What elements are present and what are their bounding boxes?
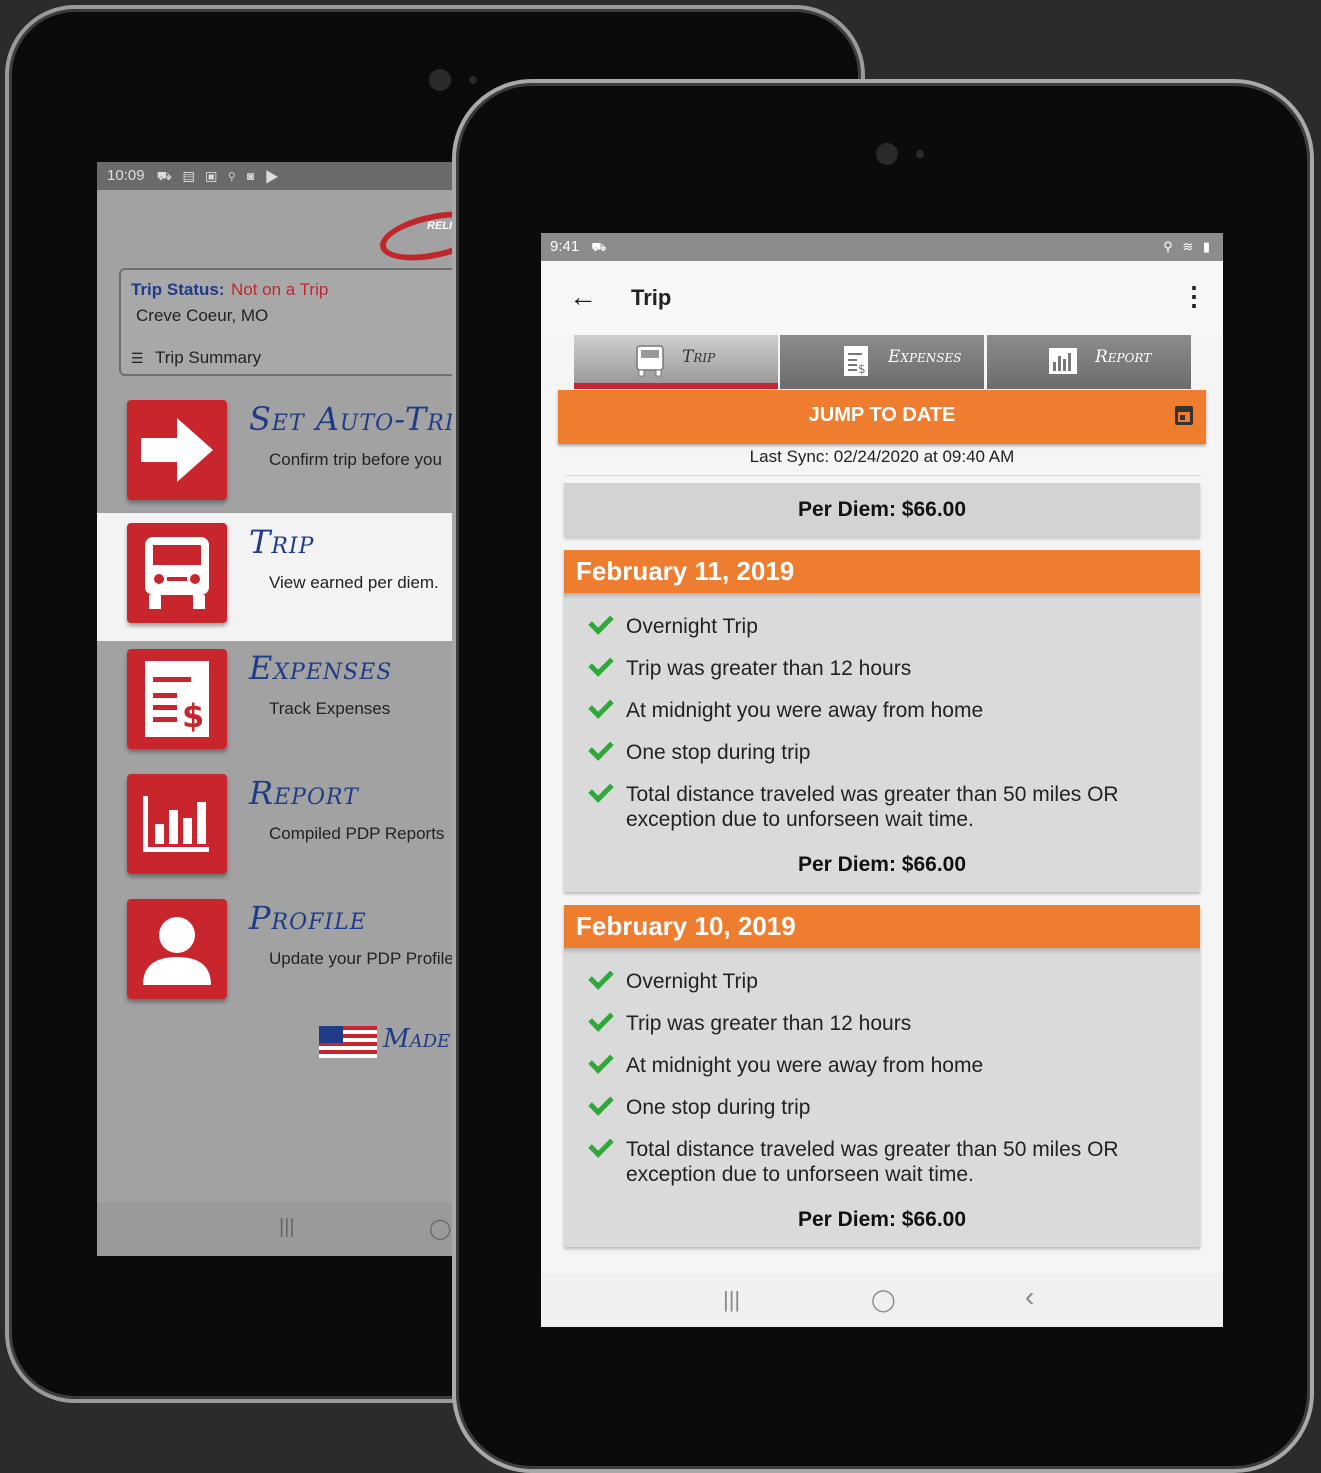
per-diem-total: Per Diem: $66.00 xyxy=(797,498,967,521)
back-button[interactable]: ‹ xyxy=(1025,1281,1034,1313)
back-arrow-icon[interactable]: ← xyxy=(569,281,597,313)
criteria-list: Overnight Trip Trip was greater than 12 … xyxy=(588,964,1180,1204)
day-date-header[interactable]: February 10, 2019 xyxy=(564,905,1200,948)
camera-icon xyxy=(876,143,898,165)
tab-expenses[interactable]: $ Expenses xyxy=(780,335,984,389)
day-card: February 10, 2019 Overnight Trip Trip wa… xyxy=(564,905,1200,1247)
system-nav-bar: ||| ◯ ‹ xyxy=(541,1273,1223,1327)
truck-icon xyxy=(636,345,664,377)
home-button[interactable]: ◯ xyxy=(871,1287,896,1313)
jump-to-date-button[interactable]: JUMP TO DATE xyxy=(558,390,1206,444)
trip-summary-label: Trip Summary xyxy=(155,348,262,367)
recents-button[interactable]: ||| xyxy=(279,1216,295,1239)
criteria-item: Total distance traveled was greater than… xyxy=(588,777,1180,832)
menu-subtitle: View earned per diem. xyxy=(269,573,439,592)
receipt-icon: $ xyxy=(844,346,868,376)
check-icon xyxy=(588,1006,614,1032)
check-icon xyxy=(588,1090,614,1116)
check-icon xyxy=(588,964,614,990)
criteria-list: Overnight Trip Trip was greater than 12 … xyxy=(588,609,1180,849)
status-time: 9:41 xyxy=(550,238,580,255)
criteria-item: At midnight you were away from home xyxy=(588,693,1180,723)
divider xyxy=(565,475,1201,476)
criteria-item: Trip was greater than 12 hours xyxy=(588,1006,1180,1036)
front-tablet-device: 9:41 ⛟ ⚲ ≋ ▮ ← Trip ⋮ Trip $ Expenses Re… xyxy=(452,79,1314,1473)
bar-chart-icon xyxy=(127,774,227,874)
trip-location: Creve Coeur, MO xyxy=(136,306,269,325)
trip-status-value: Not on a Trip xyxy=(231,280,329,299)
criteria-item: One stop during trip xyxy=(588,735,1180,765)
criteria-item: At midnight you were away from home xyxy=(588,1048,1180,1078)
criteria-item: Total distance traveled was greater than… xyxy=(588,1132,1180,1187)
tab-label: Report xyxy=(1095,347,1152,367)
criteria-item: Overnight Trip xyxy=(588,609,1180,639)
check-icon xyxy=(588,609,614,635)
trip-screen: 9:41 ⛟ ⚲ ≋ ▮ ← Trip ⋮ Trip $ Expenses Re… xyxy=(541,233,1223,1327)
trip-summary-link[interactable]: ☰ Trip Summary xyxy=(131,348,261,368)
bar-chart-icon xyxy=(1049,348,1077,374)
truck-icon xyxy=(127,523,227,623)
status-time: 10:09 xyxy=(107,167,145,184)
status-bar: 9:41 ⛟ ⚲ ≋ ▮ xyxy=(541,233,1223,261)
criteria-item: Trip was greater than 12 hours xyxy=(588,651,1180,681)
truck-status-icon: ⛟ xyxy=(591,240,607,254)
criteria-item: Overnight Trip xyxy=(588,964,1180,994)
check-icon xyxy=(588,1132,614,1158)
menu-subtitle: Compiled PDP Reports xyxy=(269,824,445,843)
us-flag-icon xyxy=(319,1026,377,1058)
overflow-menu-icon[interactable]: ⋮ xyxy=(1181,281,1207,312)
check-icon xyxy=(588,735,614,761)
svg-text:$: $ xyxy=(858,362,866,376)
page-title: Trip xyxy=(631,285,672,310)
receipt-icon: $ xyxy=(127,649,227,749)
app-bar: ← Trip ⋮ xyxy=(541,261,1223,335)
arrow-right-icon xyxy=(127,400,227,500)
menu-subtitle: Track Expenses xyxy=(269,699,391,718)
menu-title: Set Auto-Trip xyxy=(249,400,471,438)
check-icon xyxy=(588,777,614,803)
tab-report[interactable]: Report xyxy=(987,335,1191,389)
per-diem-summary: Per Diem: $66.00 xyxy=(564,483,1200,537)
calendar-icon[interactable] xyxy=(1175,406,1193,425)
jump-to-date-label: JUMP TO DATE xyxy=(808,404,956,426)
menu-subtitle: Update your PDP Profile xyxy=(269,949,454,968)
sensor-icon xyxy=(916,150,924,158)
menu-title: Report xyxy=(249,774,359,812)
check-icon xyxy=(588,693,614,719)
check-icon xyxy=(588,651,614,677)
menu-subtitle: Confirm trip before you xyxy=(269,450,442,469)
camera-icon xyxy=(429,69,451,91)
tab-trip[interactable]: Trip xyxy=(574,335,778,389)
menu-title: Expenses xyxy=(249,649,393,687)
tab-label: Expenses xyxy=(888,347,962,367)
status-icons: ⚲ ≋ ▮ xyxy=(1163,239,1213,254)
recents-button[interactable]: ||| xyxy=(723,1287,740,1313)
sensor-icon xyxy=(469,76,477,84)
list-icon: ☰ xyxy=(131,350,144,366)
trip-status-label: Trip Status: xyxy=(131,280,225,299)
trip-status-card: Trip Status: Not on a Trip Creve Coeur, … xyxy=(119,268,499,376)
menu-title: Trip xyxy=(249,523,315,561)
user-icon xyxy=(127,899,227,999)
criteria-item: One stop during trip xyxy=(588,1090,1180,1120)
menu-title: Profile xyxy=(249,899,367,937)
check-icon xyxy=(588,1048,614,1074)
day-card: February 11, 2019 Overnight Trip Trip wa… xyxy=(564,550,1200,892)
last-sync-text: Last Sync: 02/24/2020 at 09:40 AM xyxy=(749,447,1015,466)
day-date-header[interactable]: February 11, 2019 xyxy=(564,550,1200,593)
tab-bar: Trip $ Expenses Report xyxy=(574,335,1191,389)
tab-label: Trip xyxy=(682,347,716,367)
day-per-diem: Per Diem: $66.00 xyxy=(797,1208,967,1231)
home-button[interactable]: ◯ xyxy=(429,1216,451,1241)
status-icons: ⛟ ▤ ▣ ⚲ ◙ ▶ xyxy=(156,169,283,183)
day-per-diem: Per Diem: $66.00 xyxy=(797,853,967,876)
svg-text:$: $ xyxy=(182,697,204,735)
